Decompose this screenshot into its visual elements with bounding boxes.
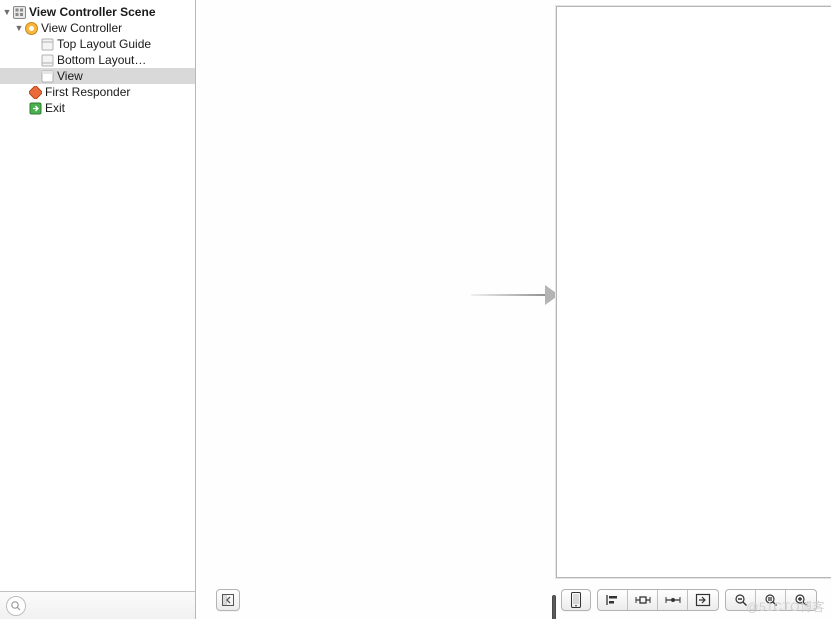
interface-builder-canvas[interactable]: @51CTO博客 xyxy=(196,0,831,619)
panel-collapse-icon xyxy=(222,594,234,606)
outline-label: View Controller xyxy=(41,20,122,36)
outline-item-top-layout[interactable]: Top Layout Guide xyxy=(0,36,195,52)
filter-icon xyxy=(10,600,22,612)
storyboard-scene-icon xyxy=(12,5,26,19)
align-button[interactable] xyxy=(598,590,628,610)
exit-icon xyxy=(28,101,42,115)
view-icon xyxy=(40,69,54,83)
outline-item-view[interactable]: View xyxy=(0,68,195,84)
resolve-issues-button[interactable] xyxy=(658,590,688,610)
layout-guide-icon xyxy=(40,53,54,67)
zoom-out-button[interactable] xyxy=(726,590,756,610)
zoom-actual-button[interactable] xyxy=(756,590,786,610)
disclosure-triangle-icon[interactable]: ▼ xyxy=(14,20,24,36)
layout-guide-icon xyxy=(40,37,54,51)
outline-scene-row[interactable]: ▼ View Controller Scene xyxy=(0,4,195,20)
view-controller-icon xyxy=(24,21,38,35)
document-outline: ▼ View Controller Scene ▼ View Controlle… xyxy=(0,0,196,619)
device-icon xyxy=(571,592,581,608)
autolayout-tool-group xyxy=(597,589,719,611)
outline-item-exit[interactable]: Exit xyxy=(0,100,195,116)
outline-item-first-responder[interactable]: First Responder xyxy=(0,84,195,100)
outline-scene-label: View Controller Scene xyxy=(29,4,156,20)
collapse-outline-button[interactable] xyxy=(216,589,240,611)
device-config-button[interactable] xyxy=(561,589,591,611)
embed-in-button[interactable] xyxy=(688,590,718,610)
align-icon xyxy=(605,593,621,607)
outline-label: Top Layout Guide xyxy=(57,36,151,52)
canvas-bottom-toolbar xyxy=(196,585,831,619)
outline-item-bottom-layout[interactable]: Bottom Layout… xyxy=(0,52,195,68)
outline-tree[interactable]: ▼ View Controller Scene ▼ View Controlle… xyxy=(0,0,195,591)
device-frame-view-controller[interactable] xyxy=(556,6,831,578)
outline-label: First Responder xyxy=(45,84,130,100)
disclosure-triangle-icon[interactable]: ▼ xyxy=(2,4,12,20)
zoom-tool-group xyxy=(725,589,817,611)
outline-label: Bottom Layout… xyxy=(57,52,146,68)
initial-scene-arrow[interactable] xyxy=(471,282,559,308)
pin-button[interactable] xyxy=(628,590,658,610)
outline-filter-bar xyxy=(0,591,195,619)
zoom-actual-icon xyxy=(764,593,778,607)
status-bar xyxy=(557,7,831,27)
resolve-icon xyxy=(664,593,682,607)
outline-label: Exit xyxy=(45,100,65,116)
first-responder-icon xyxy=(28,85,42,99)
zoom-in-icon xyxy=(794,593,808,607)
arrow-line-icon xyxy=(471,294,545,296)
pin-icon xyxy=(634,593,652,607)
zoom-out-icon xyxy=(734,593,748,607)
outline-item-view-controller[interactable]: ▼ View Controller xyxy=(0,20,195,36)
outline-label: View xyxy=(57,68,83,84)
zoom-in-button[interactable] xyxy=(786,590,816,610)
outline-filter-input[interactable] xyxy=(6,596,26,616)
embed-icon xyxy=(695,593,711,607)
